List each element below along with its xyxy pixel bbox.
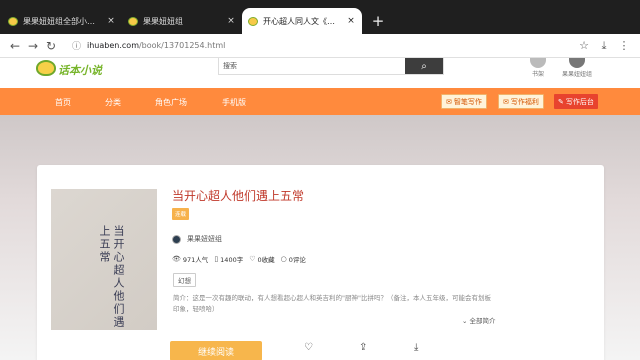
author-row[interactable]: 果果妞妞组 (172, 234, 222, 244)
browser-tab-strip: 果果妞妞组全部小说_果果妞妞组 × 果果妞妞组 × 开心超人同人文《当开心超人他… (0, 0, 640, 34)
avatar (569, 58, 585, 68)
pen-icon: ✉ (446, 97, 452, 106)
main-nav: 首页 分类 角色广场 手机版 ✉ 智笔写作 ✉ 写作福利 ✎ 写作后台 (0, 88, 640, 115)
search-button[interactable]: ⌕ (405, 58, 443, 74)
url-host: ihuaben.com (87, 41, 139, 50)
bookmark-star-icon[interactable]: ☆ (574, 39, 594, 52)
continue-reading-button[interactable]: 继续阅读 (170, 341, 262, 360)
edit-icon: ✎ (558, 97, 564, 106)
user-area: 书架 果果妞妞组 (530, 58, 592, 78)
nav-character-plaza[interactable]: 角色广场 (155, 97, 187, 108)
expand-label: 全部简介 (469, 317, 496, 325)
browser-tab-1[interactable]: 果果妞妞组全部小说_果果妞妞组 × (2, 8, 122, 34)
book-cover[interactable]: 当开心超人他们遇上五常 (51, 189, 157, 330)
book-synopsis: 简介：这是一次有趣的联动，有人想看超心超人和英吉利的"厨神"比拼吗？（备注，本人… (173, 294, 491, 313)
nav-category[interactable]: 分类 (105, 97, 121, 108)
user-profile-link[interactable]: 果果妞妞组 (562, 58, 592, 78)
address-bar: ← → ↻ ⓘ ihuaben.com/book/13701254.html ☆… (0, 34, 640, 58)
nav-home[interactable]: 首页 (55, 97, 71, 108)
site-favicon-icon (128, 16, 138, 26)
back-icon[interactable]: ← (6, 39, 24, 53)
search-icon: ⌕ (421, 60, 427, 72)
favorites-stat: ♡ 0收藏 (249, 254, 274, 264)
popularity-stat: 👁 971人气 (172, 254, 208, 264)
tab-title: 果果妞妞组全部小说_果果妞妞组 (23, 16, 101, 26)
writing-backend-button[interactable]: ✎ 写作后台 (554, 94, 598, 109)
heart-icon: ♡ (249, 255, 256, 263)
site-info-icon[interactable]: ⓘ (72, 39, 81, 52)
browser-tab-2[interactable]: 果果妞妞组 × (122, 8, 242, 34)
comments-value: 0评论 (288, 256, 306, 264)
chevron-down-icon: ⌄ (462, 317, 468, 325)
book-title: 当开心超人他们遇上五常 (172, 189, 305, 203)
download-icon[interactable]: ⤓ (594, 39, 614, 53)
word-count-value: 1400字 (220, 256, 244, 264)
writing-welfare-label: 写作福利 (510, 97, 539, 106)
download-book-icon[interactable]: ⤓ (414, 342, 418, 353)
tab-close-icon[interactable]: × (346, 16, 356, 26)
book-stats: 👁 971人气 ▯ 1400字 ♡ 0收藏 ○ 0评论 (172, 254, 306, 264)
reload-icon[interactable]: ↻ (42, 39, 60, 53)
url-field[interactable]: ⓘ ihuaben.com/book/13701254.html (66, 37, 568, 55)
bookshelf-link[interactable]: 书架 (530, 58, 546, 78)
cover-handwritten-title: 当开心超人他们遇上五常 (98, 225, 125, 329)
site-logo[interactable]: 话本小说 (36, 58, 102, 78)
new-tab-button[interactable]: + (370, 12, 386, 30)
site-favicon-icon (8, 16, 18, 26)
nav-mobile[interactable]: 手机版 (222, 97, 246, 108)
genre-tag[interactable]: 幻想 (173, 273, 196, 287)
smart-write-label: 智笔写作 (453, 97, 482, 106)
favorites-value: 0收藏 (257, 256, 275, 264)
comment-icon: ○ (280, 255, 287, 263)
writing-welfare-button[interactable]: ✉ 写作福利 (498, 94, 544, 109)
gift-icon: ✉ (503, 97, 509, 106)
tab-title: 开心超人同人文《当开心超人他们遇上五常》 (263, 16, 341, 26)
word-count-stat: ▯ 1400字 (214, 254, 243, 264)
search-input[interactable] (219, 58, 405, 74)
site-favicon-icon (248, 16, 258, 26)
author-name: 果果妞妞组 (187, 235, 222, 243)
tab-title: 果果妞妞组 (143, 16, 183, 26)
tab-close-icon[interactable]: × (106, 16, 116, 26)
username-label: 果果妞妞组 (562, 71, 593, 78)
document-icon: ▯ (214, 255, 219, 263)
logo-mascot-icon (36, 60, 56, 76)
author-avatar (172, 234, 181, 244)
url-path: /book/13701254.html (138, 41, 226, 50)
status-badge: 连载 (172, 208, 190, 220)
bookshelf-icon (530, 58, 546, 68)
expand-synopsis-button[interactable]: ⌄ 全部简介 (462, 315, 496, 325)
book-card: 当开心超人他们遇上五常 当开心超人他们遇上五常 连载 果果妞妞组 👁 971人气… (37, 165, 604, 360)
eye-icon: 👁 (172, 255, 181, 263)
popularity-value: 971人气 (182, 256, 209, 264)
browser-tab-3[interactable]: 开心超人同人文《当开心超人他们遇上五常》 × (242, 8, 362, 34)
share-icon[interactable]: ⇪ (359, 342, 367, 353)
comments-stat: ○ 0评论 (281, 254, 306, 264)
search-box: ⌕ (218, 58, 444, 75)
site-header: 话本小说 ⌕ 书架 果果妞妞组 (0, 58, 640, 88)
smart-write-button[interactable]: ✉ 智笔写作 (441, 94, 487, 109)
forward-icon[interactable]: → (24, 39, 42, 53)
menu-icon[interactable]: ⋮ (614, 39, 634, 52)
logo-text: 话本小说 (58, 64, 102, 77)
tab-close-icon[interactable]: × (226, 16, 236, 26)
bookshelf-label: 书架 (531, 71, 544, 78)
favorite-icon[interactable]: ♡ (304, 342, 313, 353)
writing-backend-label: 写作后台 (565, 97, 594, 106)
